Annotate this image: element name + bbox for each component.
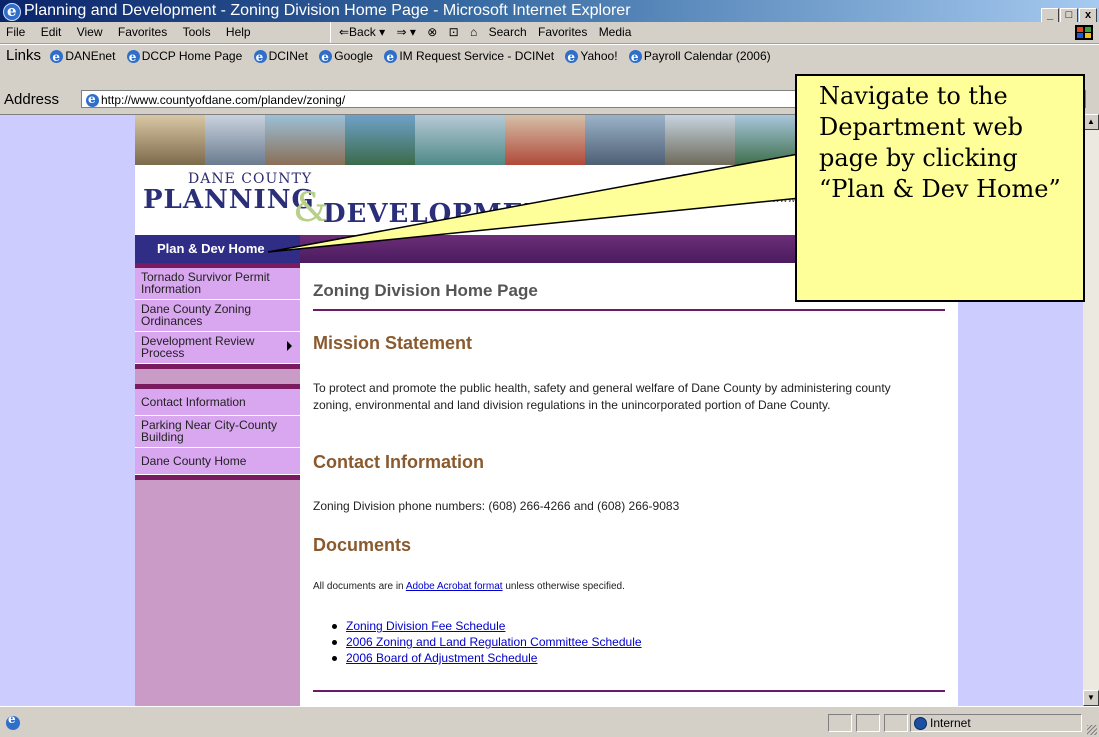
nav-tornado-permit[interactable]: Tornado Survivor Permit Information (135, 268, 300, 300)
scroll-down-icon[interactable]: ▼ (1083, 690, 1099, 706)
page-title: Zoning Division Home Page (313, 281, 538, 300)
list-item: 2006 Board of Adjustment Schedule (330, 650, 642, 666)
links-label: Links (6, 47, 42, 64)
brand-development: DEVELOPMENT (323, 199, 569, 229)
list-item: Zoning Division Fee Schedule (330, 618, 642, 634)
google-logo: Google (678, 171, 742, 192)
menu-help[interactable]: Help (220, 22, 257, 43)
ie-page-icon (319, 46, 333, 67)
link-dcinet[interactable]: DCINet (253, 45, 308, 67)
documents-note: All documents are in Adobe Acrobat forma… (313, 581, 625, 592)
contact-heading: Contact Information (313, 452, 484, 472)
link-dccp-home[interactable]: DCCP Home Page (126, 45, 242, 67)
status-bar: Internet (0, 706, 1099, 737)
link-im-request[interactable]: IM Request Service - DCINet (384, 45, 554, 67)
windows-logo-icon (1075, 25, 1093, 40)
resize-grip-icon[interactable] (1087, 725, 1097, 735)
nav-dane-county-home[interactable]: Dane County Home (135, 448, 300, 475)
menu-bar: File Edit View Favorites Tools Help ⇐Bac… (0, 22, 1099, 44)
search-button[interactable]: Search (489, 25, 527, 39)
main-content: Zoning Division Home Page Mission Statem… (300, 263, 958, 707)
ie-page-icon (253, 46, 267, 67)
refresh-button[interactable]: ⊡ (449, 25, 459, 39)
nav-parking[interactable]: Parking Near City-County Building (135, 416, 300, 448)
board-schedule-link[interactable]: 2006 Board of Adjustment Schedule (346, 651, 537, 665)
links-bar: Links DANEnet DCCP Home Page DCINet Goog… (0, 44, 1099, 68)
ie-page-icon (628, 46, 642, 67)
contact-text: Zoning Division phone numbers: (608) 266… (313, 499, 680, 513)
window-title: Planning and Development - Zoning Divisi… (24, 2, 631, 19)
ie-page-icon (565, 46, 579, 67)
fee-schedule-link[interactable]: Zoning Division Fee Schedule (346, 619, 505, 633)
favorites-button[interactable]: Favorites (538, 25, 587, 39)
media-button[interactable]: Media (599, 25, 632, 39)
documents-heading: Documents (313, 535, 412, 555)
back-button[interactable]: ⇐Back ▾ (339, 25, 385, 39)
left-nav: Tornado Survivor Permit Information Dane… (135, 263, 300, 707)
brand-planning: PLANNING (143, 185, 315, 215)
submenu-arrow-icon (287, 341, 292, 351)
link-yahoo[interactable]: Yahoo! (565, 45, 618, 67)
standard-toolbar: ⇐Back ▾ ⇒ ▾ ⊗ ⊡ ⌂ Search Favorites Media (330, 22, 639, 43)
menu-tools[interactable]: Tools (177, 22, 217, 43)
home-button[interactable]: ⌂ (470, 25, 477, 39)
ie-icon (3, 0, 21, 22)
menu-file[interactable]: File (0, 22, 31, 43)
ie-page-icon (384, 46, 398, 67)
documents-list: Zoning Division Fee Schedule 2006 Zoning… (330, 618, 642, 666)
address-label: Address (4, 91, 60, 108)
link-danenet[interactable]: DANEnet (50, 45, 115, 67)
forward-button[interactable]: ⇒ ▾ (396, 25, 415, 39)
mission-heading: Mission Statement (313, 333, 473, 353)
globe-icon (914, 717, 927, 731)
nav-zoning-ordinances[interactable]: Dane County Zoning Ordinances (135, 300, 300, 332)
nav-development-review[interactable]: Development Review Process (135, 332, 300, 364)
acrobat-format-link[interactable]: Adobe Acrobat format (406, 581, 503, 592)
address-url: http://www.countyofdane.com/plandev/zoni… (101, 93, 346, 107)
scroll-up-icon[interactable]: ▲ (1083, 114, 1099, 130)
ie-page-icon (6, 712, 20, 730)
link-google[interactable]: Google (319, 45, 373, 67)
vertical-scrollbar[interactable]: ▲ ▼ (1083, 114, 1099, 706)
window-title-bar: Planning and Development - Zoning Divisi… (0, 0, 1099, 24)
menu-edit[interactable]: Edit (35, 22, 68, 43)
nav-contact-information[interactable]: Contact Information (135, 389, 300, 416)
ie-page-icon (86, 90, 99, 108)
list-item: 2006 Zoning and Land Regulation Committe… (330, 634, 642, 650)
search-scope-radio[interactable]: ○ www (762, 193, 796, 205)
stop-button[interactable]: ⊗ (427, 25, 437, 39)
divider (313, 690, 945, 692)
menu-favorites[interactable]: Favorites (112, 22, 173, 43)
plan-dev-home-link[interactable]: Plan & Dev Home (135, 235, 300, 263)
ie-page-icon (126, 46, 140, 67)
divider (313, 309, 945, 311)
committee-schedule-link[interactable]: 2006 Zoning and Land Regulation Committe… (346, 635, 642, 649)
mission-text: To protect and promote the public health… (313, 381, 891, 412)
security-zone: Internet (914, 715, 971, 731)
callout-box: Navigate to the Department web page by c… (795, 74, 1085, 302)
ie-page-icon (50, 46, 64, 67)
menu-view[interactable]: View (71, 22, 109, 43)
link-payroll[interactable]: Payroll Calendar (2006) (628, 45, 771, 67)
